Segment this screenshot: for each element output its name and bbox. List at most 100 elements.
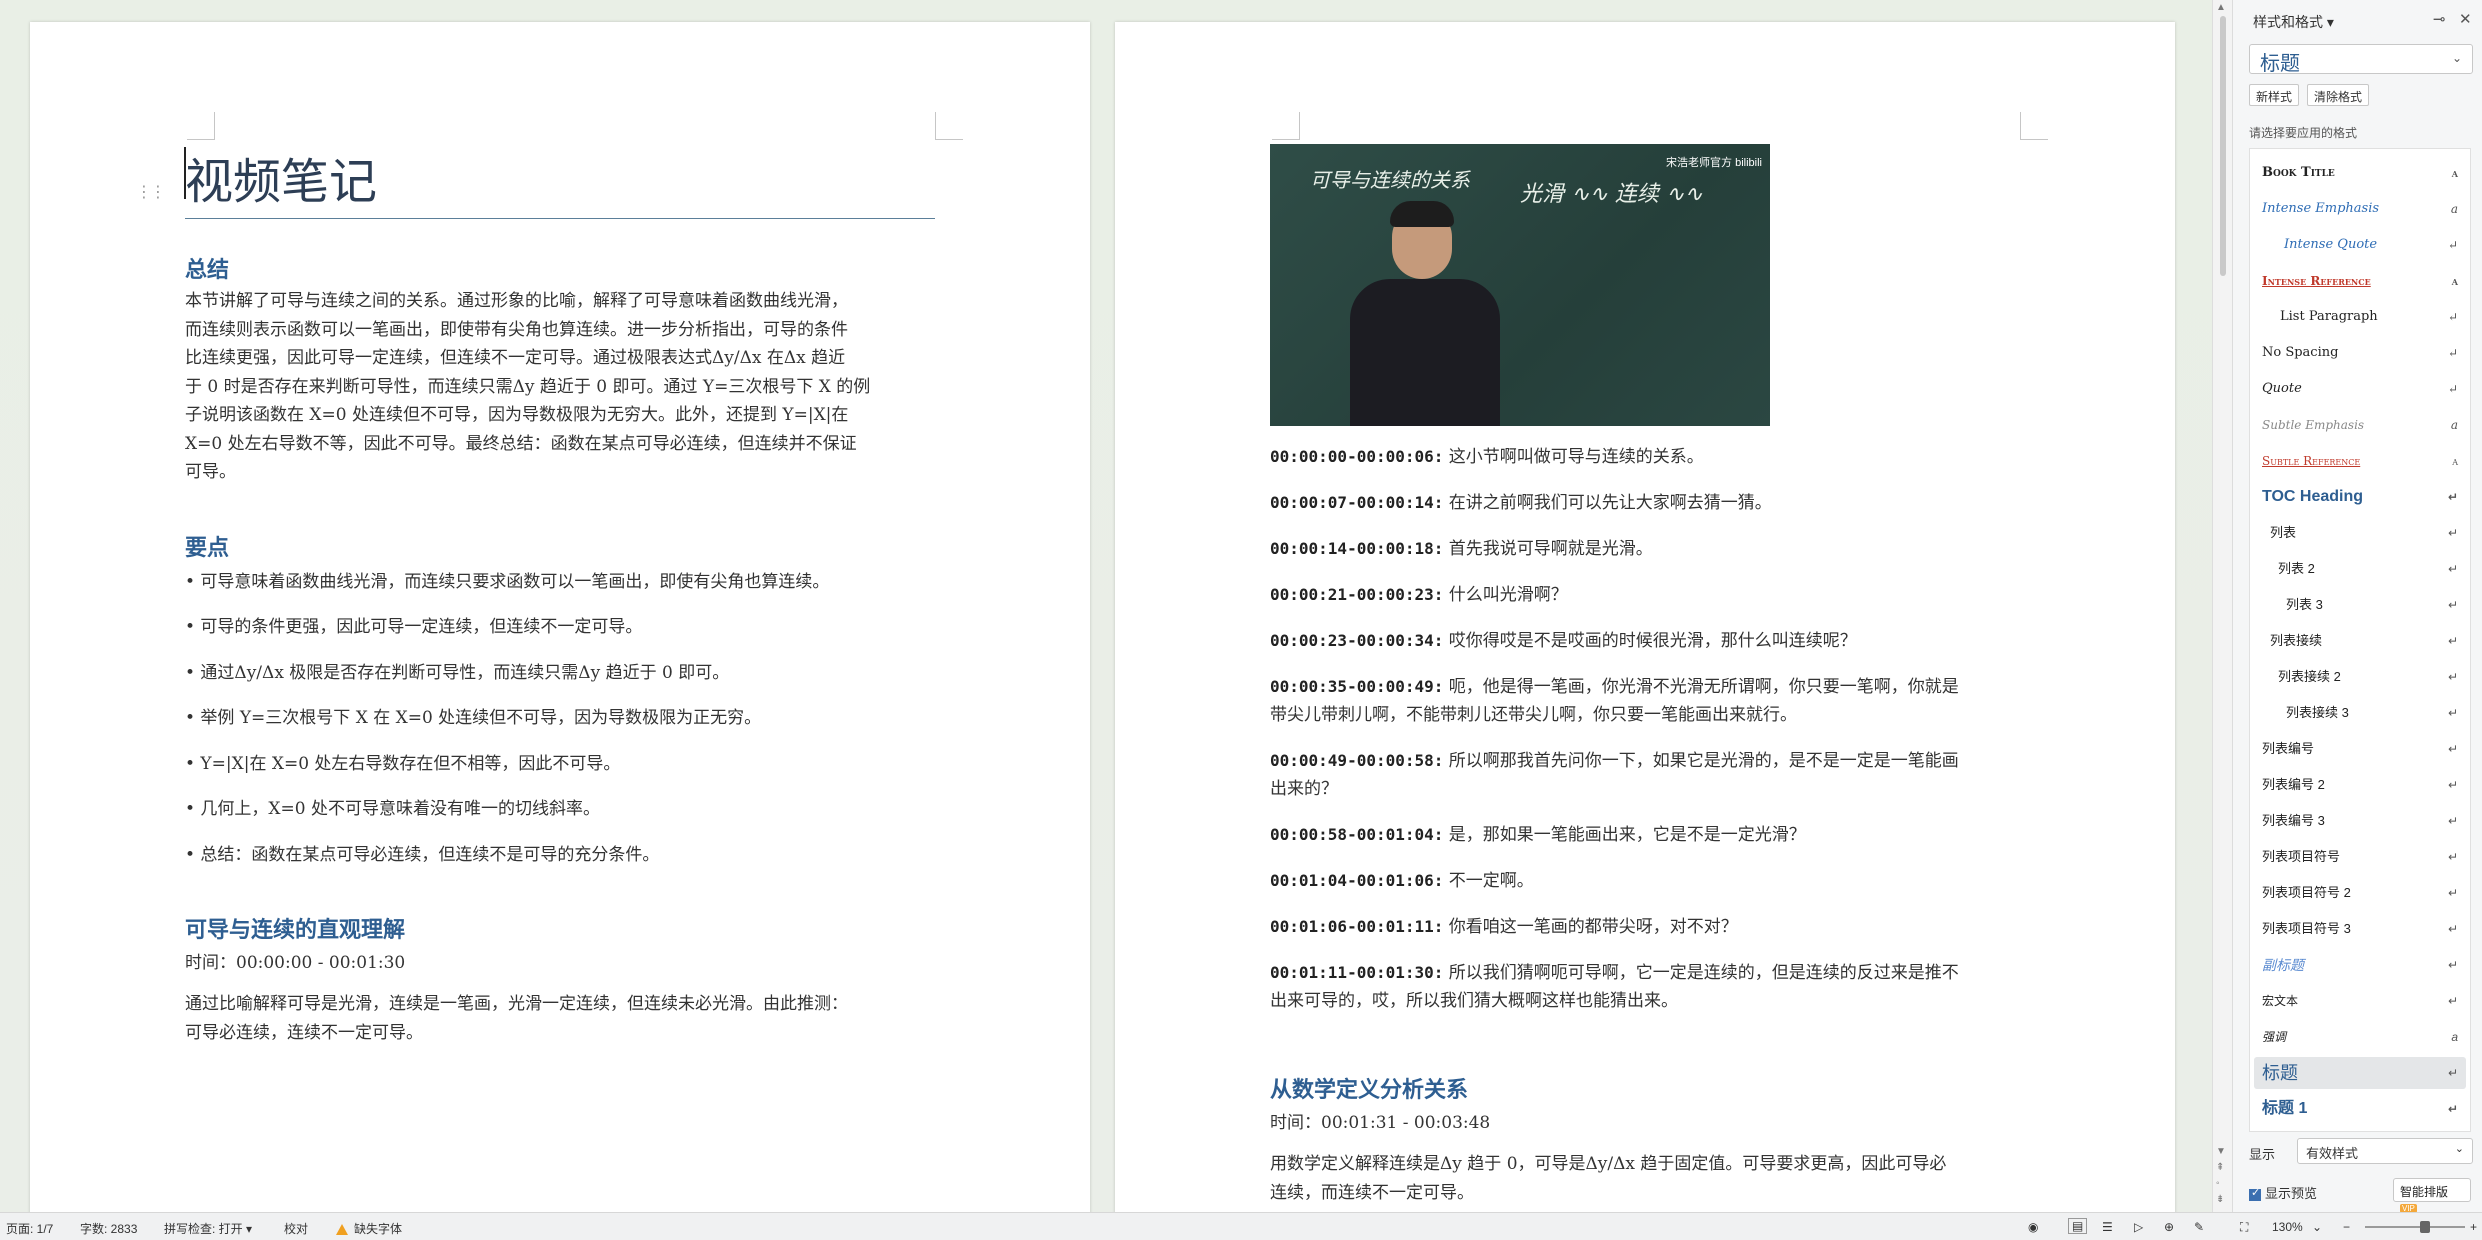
drag-handle-icon[interactable]: ⋮⋮ [136,182,166,202]
browse-object-icon[interactable]: ◦ [2216,1178,2220,1189]
style-item-intense-emphasis[interactable]: Intense Emphasis a [2254,193,2466,225]
style-item-intense-quote[interactable]: Intense Quote ↵ [2254,229,2466,261]
web-view-icon[interactable]: ⊕ [2164,1220,2174,1234]
scrollbar-thumb[interactable] [2220,16,2226,276]
style-item-emphasis[interactable]: 强调 a [2254,1021,2466,1053]
zoom-level[interactable]: 130% [2272,1220,2303,1234]
pin-icon[interactable]: ⊸ [2433,10,2446,28]
transcript-line[interactable]: 00:00:00-00:00:06: 这小节啊叫做可导与连续的关系。 [1270,443,1704,471]
word-count[interactable]: 字数: 2833 [80,1220,137,1237]
transcript-line[interactable]: 00:01:04-00:01:06: 不一定啊。 [1270,867,1534,895]
style-item-list-bullet-3[interactable]: 列表项目符号 3 ↵ [2254,913,2466,945]
style-item-subtle-reference[interactable]: Subtle Reference a [2254,445,2466,477]
section-time[interactable]: 时间：00:00:00 - 00:01:30 [185,948,405,973]
missing-font-button[interactable]: 缺失字体 [336,1220,402,1237]
close-icon[interactable]: ✕ [2459,10,2472,28]
scroll-down-icon[interactable]: ▼ [2216,1146,2226,1157]
section-paragraph[interactable]: 通过比喻解释可导是光滑，连续是一笔画，光滑一定连续，但连续未必光滑。由此推测： … [185,990,975,1047]
document-page-1[interactable]: ⋮⋮ 视频笔记 总结 本节讲解了可导与连续之间的关系。通过形象的比喻，解释了可导… [30,22,1090,1212]
zoom-out-icon[interactable]: − [2343,1220,2350,1234]
transcript-line[interactable]: 00:01:06-00:01:11: 你看咱这一笔画的都带尖呀，对不对？ [1270,913,1738,941]
summary-heading[interactable]: 总结 [185,252,229,284]
crop-mark [1272,112,1300,140]
style-item-list-3[interactable]: 列表 3 ↵ [2254,589,2466,621]
page-view-icon[interactable]: ▤ [2068,1218,2088,1234]
transcript-line[interactable]: 00:00:23-00:00:34: 哎你得哎是不是哎画的时候很光滑，那什么叫连… [1270,627,1857,655]
style-item-list-number[interactable]: 列表编号 ↵ [2254,733,2466,765]
transcript-line[interactable]: 00:00:35-00:00:49: 呃，他是得一笔画，你光滑不光滑无所谓啊，你… [1270,673,1959,729]
style-list[interactable]: Book Title a Intense Emphasis a Intense Qu… [2249,148,2471,1132]
scroll-up-icon[interactable]: ▲ [2216,2,2226,13]
zoom-slider[interactable] [2365,1221,2465,1233]
style-item-quote[interactable]: Quote ↵ [2254,373,2466,405]
zoom-slider-thumb[interactable] [2420,1221,2430,1233]
section-heading[interactable]: 从数学定义分析关系 [1270,1072,1468,1104]
style-item-list-continue[interactable]: 列表接续 ↵ [2254,625,2466,657]
lecturer [1340,199,1520,426]
style-item-list-number-2[interactable]: 列表编号 2 ↵ [2254,769,2466,801]
style-item-no-spacing[interactable]: No Spacing ↵ [2254,337,2466,369]
proofread-button[interactable]: 校对 [284,1220,308,1237]
video-thumbnail[interactable]: 可导与连续的关系 光滑 ∿∿ 连续 ∿∿ 宋浩老师官方 bilibili [1270,144,1770,426]
section-heading[interactable]: 可导与连续的直观理解 [185,912,405,944]
style-item-toc-heading[interactable]: TOC Heading ↵ [2254,481,2466,513]
style-item-list-bullet[interactable]: 列表项目符号 ↵ [2254,841,2466,873]
pen-icon[interactable]: ✎ [2194,1220,2204,1234]
next-page-icon[interactable]: ⇟ [2216,1194,2224,1205]
spellcheck-toggle[interactable]: 拼写检查: 打开 ▾ [164,1220,252,1237]
outline-view-icon[interactable]: ☰ [2102,1220,2113,1234]
transcript-line[interactable]: 00:00:07-00:00:14: 在讲之前啊我们可以先让大家啊去猜一猜。 [1270,489,1772,517]
list-item[interactable]: • 可导的条件更强，因此可导一定连续，但连续不一定可导。 [185,612,642,637]
panel-title[interactable]: 样式和格式 ▾ [2253,12,2334,32]
fit-page-icon[interactable]: ⛶ [2240,1220,2248,1235]
smart-layout-button[interactable]: 智能排版 VIP [2393,1178,2471,1213]
style-item-heading-1[interactable]: 标题 1 ↵ [2254,1093,2466,1125]
document-scrollbar[interactable]: ▲ ▼ ⇞ ◦ ⇟ [2212,0,2232,1212]
style-item-book-title[interactable]: Book Title a [2254,157,2466,189]
page-indicator[interactable]: 页面: 1/7 [6,1220,53,1237]
transcript-line[interactable]: 00:00:14-00:00:18: 首先我说可导啊就是光滑。 [1270,535,1653,563]
list-item[interactable]: • 几何上，X=0 处不可导意味着没有唯一的切线斜率。 [185,794,600,819]
style-item-intense-reference[interactable]: Intense Reference a [2254,265,2466,297]
text-caret [184,147,186,199]
style-item-list-continue-3[interactable]: 列表接续 3 ↵ [2254,697,2466,729]
zoom-in-icon[interactable]: + [2470,1220,2477,1234]
document-canvas[interactable]: ⋮⋮ 视频笔记 总结 本节讲解了可导与连续之间的关系。通过形象的比喻，解释了可导… [0,0,2212,1212]
show-select[interactable]: 有效样式 ⌄ [2297,1138,2473,1164]
summary-paragraph[interactable]: 本节讲解了可导与连续之间的关系。通过形象的比喻，解释了可导意味着函数曲线光滑， … [185,287,975,487]
doc-title[interactable]: 视频笔记 [185,142,935,219]
style-item-list[interactable]: 列表 ↵ [2254,517,2466,549]
style-item-list-number-3[interactable]: 列表编号 3 ↵ [2254,805,2466,837]
transcript-line[interactable]: 00:00:58-00:01:04: 是，那如果一笔能画出来，它是不是一定光滑？ [1270,821,1806,849]
list-item[interactable]: • 总结：函数在某点可导必连续，但连续不是可导的充分条件。 [185,840,659,865]
list-item[interactable]: • 可导意味着函数曲线光滑，而连续只要求函数可以一笔画出，即使有尖角也算连续。 [185,567,829,592]
new-style-button[interactable]: 新样式 [2249,84,2300,106]
prev-page-icon[interactable]: ⇞ [2216,1162,2224,1173]
list-item[interactable]: • 举例 Y=三次根号下 X 在 X=0 处连续但不可导，因为导数极限为正无穷。 [185,703,761,728]
style-item-list-paragraph[interactable]: List Paragraph ↵ [2254,301,2466,333]
style-item-list-bullet-2[interactable]: 列表项目符号 2 ↵ [2254,877,2466,909]
keypoints-heading[interactable]: 要点 [185,530,229,562]
transcript-line[interactable]: 00:00:49-00:00:58: 所以啊那我首先问你一下，如果它是光滑的，是… [1270,747,1959,803]
list-item[interactable]: • 通过Δy/Δx 极限是否存在判断可导性，而连续只需Δy 趋近于 0 即可。 [185,658,729,683]
preview-checkbox-row[interactable]: 显示预览 [2249,1183,2317,1202]
section-paragraph[interactable]: 用数学定义解释连续是Δy 趋于 0，可导是Δy/Δx 趋于固定值。可导要求更高，… [1270,1150,2070,1207]
crop-mark [2020,112,2048,140]
transcript-line[interactable]: 00:01:11-00:01:30: 所以我们猜啊呃可导啊，它一定是连续的，但是… [1270,959,1959,1015]
play-icon[interactable]: ▷ [2134,1220,2143,1234]
chevron-down-icon[interactable]: ⌄ [2312,1220,2322,1234]
current-style-select[interactable]: 标题 ⌄ [2249,44,2473,75]
style-item-list-2[interactable]: 列表 2 ↵ [2254,553,2466,585]
eye-icon[interactable]: ◉ [2028,1220,2038,1234]
list-item[interactable]: • Y=|X|在 X=0 处左右导数存在但不相等，因此不可导。 [185,749,620,774]
style-item-title[interactable]: 标题 ↵ [2254,1057,2466,1089]
section-time[interactable]: 时间：00:01:31 - 00:03:48 [1270,1108,1490,1133]
style-item-macro-text[interactable]: 宏文本 ↵ [2254,985,2466,1017]
clear-format-button[interactable]: 清除格式 [2307,84,2370,106]
style-item-list-continue-2[interactable]: 列表接续 2 ↵ [2254,661,2466,693]
preview-checkbox[interactable] [2249,1186,2261,1201]
transcript-line[interactable]: 00:00:21-00:00:23: 什么叫光滑啊？ [1270,581,1568,609]
document-page-2[interactable]: 可导与连续的关系 光滑 ∿∿ 连续 ∿∿ 宋浩老师官方 bilibili 00:… [1115,22,2175,1212]
style-item-subtle-emphasis[interactable]: Subtle Emphasis a [2254,409,2466,441]
style-item-subtitle[interactable]: 副标题 ↵ [2254,949,2466,981]
